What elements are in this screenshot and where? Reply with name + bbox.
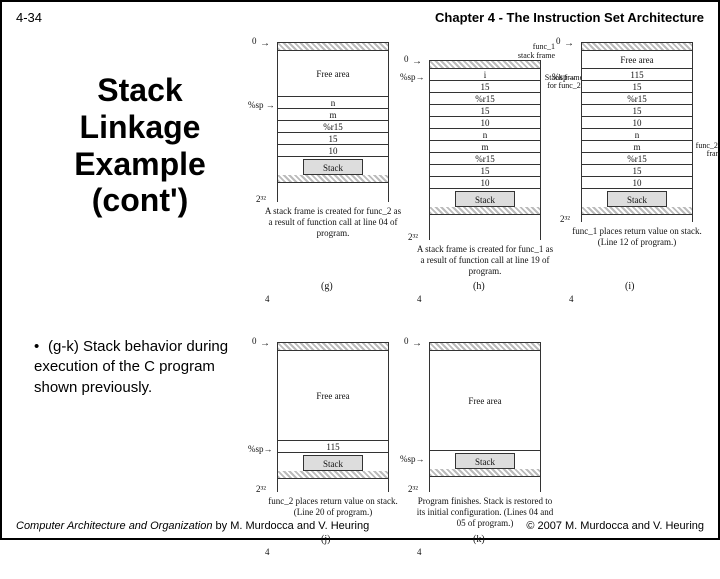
free-area: Free area	[430, 351, 540, 451]
stack-cell: %r15	[582, 153, 692, 165]
two32-label: 2³²	[256, 194, 266, 204]
two32-label: 2³²	[408, 232, 418, 242]
stack-cell: 115	[582, 69, 692, 81]
stack-label: Stack	[455, 191, 515, 207]
sp-label: %sp→	[248, 444, 273, 454]
zero-label: 0	[252, 336, 257, 346]
stack-cell: 10	[430, 117, 540, 129]
two32-label: 2³²	[408, 484, 418, 494]
stack-cell: %r15	[278, 121, 388, 133]
page-number: 4-34	[16, 10, 42, 25]
zero-label: 0	[404, 54, 409, 64]
caption-h: A stack frame is created for func_1 as a…	[415, 244, 555, 276]
panel-h: func_1 stack frame 0 %sp→ Stack frame fo…	[415, 42, 555, 326]
stack-cell: 10	[582, 177, 692, 189]
stack-cell: m	[582, 141, 692, 153]
arrow-icon	[260, 38, 270, 49]
caption-i: func_1 places return value on stack. (Li…	[567, 226, 707, 248]
stack-cell: 15	[430, 105, 540, 117]
free-area: Free area	[582, 51, 692, 69]
panel-g: 0 Free area %sp → n m %r15 15 10 Stack 2…	[263, 42, 403, 326]
stack-cell: m	[278, 109, 388, 121]
stack-cell: %r15	[430, 153, 540, 165]
caption-j: func_2 places return value on stack. (Li…	[263, 496, 403, 518]
stack-cell: 15	[582, 165, 692, 177]
fig-id: (i)	[625, 281, 634, 292]
stack-label: Stack	[303, 455, 363, 471]
free-area: Free area	[278, 51, 388, 97]
fig-id: (g)	[321, 281, 333, 292]
stack-cell: %r15	[582, 93, 692, 105]
bracket-label: func_2 stack frame	[694, 142, 720, 159]
caption-g: A stack frame is created for func_2 as a…	[263, 206, 403, 238]
stack-label: Stack	[303, 159, 363, 175]
four-label: 4	[265, 294, 270, 304]
book-title: Computer Architecture and Organization	[16, 520, 212, 532]
sp-label: %sp→	[400, 72, 425, 82]
stack-cell: n	[582, 129, 692, 141]
panel-i: 0 Free area %sp→ 115 15 %r15 15 10 n m %…	[567, 42, 707, 326]
zero-label: 0	[556, 36, 561, 46]
chapter-title: Chapter 4 - The Instruction Set Architec…	[435, 10, 704, 25]
arrow-icon	[412, 338, 422, 349]
zero-label: 0	[252, 36, 257, 46]
panel-k: 0 Free area %sp→ Stack 2³² 4 (k) Program…	[415, 342, 555, 578]
stack-cell: 10	[430, 177, 540, 189]
zero-label: 0	[404, 336, 409, 346]
free-area: Free area	[278, 351, 388, 441]
sp-label: %sp→	[552, 72, 577, 82]
two32-label: 2³²	[560, 214, 570, 224]
stack-cell: 115	[278, 441, 388, 453]
sp-label: %sp→	[400, 454, 425, 464]
four-label: 4	[417, 294, 422, 304]
slide-title: Stack Linkage Example (cont')	[40, 72, 240, 219]
stack-cell: 10	[582, 117, 692, 129]
bullet-content: (g-k) Stack behavior during execution of…	[34, 338, 228, 396]
arrow-icon	[260, 338, 270, 349]
spacer	[567, 342, 707, 578]
arrow-icon	[412, 56, 422, 67]
stack-label: Stack	[607, 191, 667, 207]
panel-j: 0 Free area %sp→ 115 Stack 2³² 4 (j) fun…	[263, 342, 403, 578]
frame-top-label: func_1 stack frame	[415, 42, 555, 60]
two32-label: 2³²	[256, 484, 266, 494]
stack-cell: m	[430, 141, 540, 153]
stack-cell: 15	[430, 81, 540, 93]
four-label: 4	[569, 294, 574, 304]
four-label: 4	[417, 547, 422, 557]
fig-id: (j)	[321, 534, 330, 545]
figure-area: 0 Free area %sp → n m %r15 15 10 Stack 2…	[262, 42, 708, 498]
stack-cell: 15	[582, 81, 692, 93]
stack-label: Stack	[455, 453, 515, 469]
stack-cell: %r15	[430, 93, 540, 105]
bullet-text: •(g-k) Stack behavior during execution o…	[34, 337, 244, 398]
sp-label: %sp →	[248, 100, 275, 110]
stack-cell: 15	[582, 105, 692, 117]
fig-id: (k)	[473, 534, 485, 545]
stack-cell: n	[278, 97, 388, 109]
stack-cell: 15	[430, 165, 540, 177]
caption-k: Program finishes. Stack is restored to i…	[415, 496, 555, 528]
stack-cell: n	[430, 129, 540, 141]
arrow-icon	[564, 38, 574, 49]
four-label: 4	[265, 547, 270, 557]
fig-id: (h)	[473, 281, 485, 292]
stack-cell: 15	[278, 133, 388, 145]
stack-cell: i	[430, 69, 540, 81]
stack-cell: 10	[278, 145, 388, 157]
